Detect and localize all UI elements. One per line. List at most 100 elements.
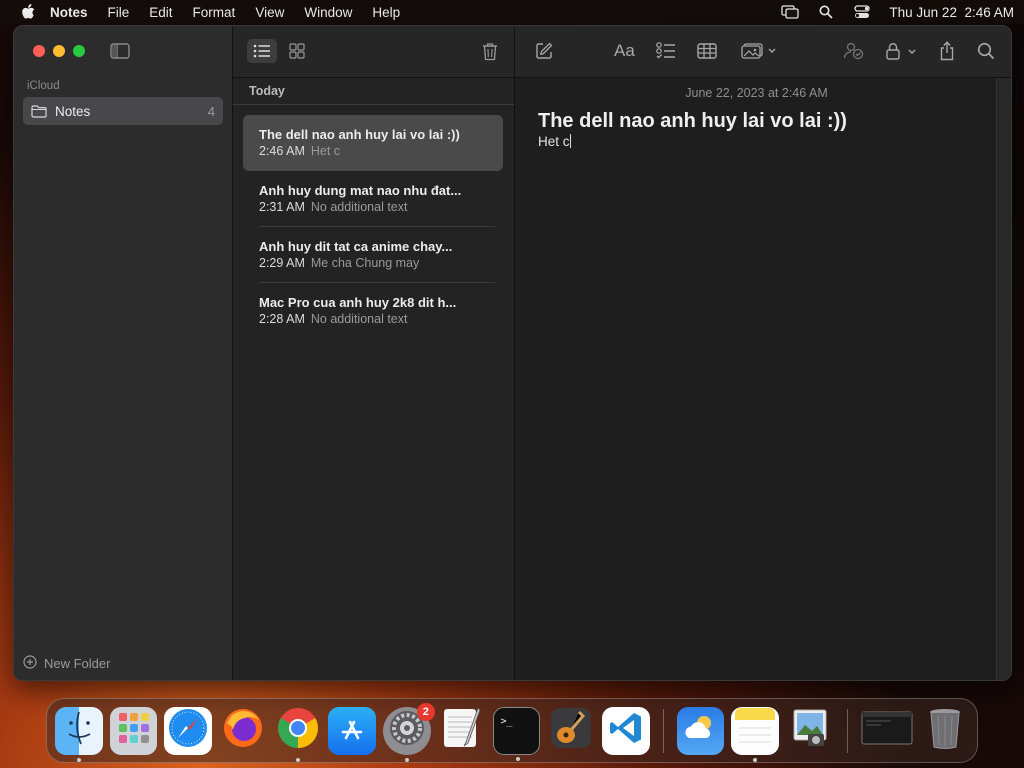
terminal-prompt: >_: [500, 715, 513, 727]
dock-preview[interactable]: [786, 707, 834, 755]
note-title: Mac Pro cua anh huy 2k8 dit h...: [259, 295, 457, 310]
menu-edit[interactable]: Edit: [149, 5, 172, 20]
note-preview: Het c: [310, 144, 341, 158]
dock-separator: [846, 708, 848, 753]
menu-help[interactable]: Help: [372, 5, 400, 20]
dock-terminal[interactable]: >_: [492, 706, 541, 761]
note-list-toolbar: [233, 26, 514, 78]
apple-icon[interactable]: [20, 4, 36, 20]
control-center-icon[interactable]: [853, 4, 871, 20]
note-body-text[interactable]: Het c: [538, 134, 571, 149]
dock-finder[interactable]: [55, 706, 103, 762]
folder-icon: [31, 104, 47, 118]
new-folder-button[interactable]: New Folder: [23, 655, 110, 672]
note-time: 2:28 AM: [259, 312, 305, 326]
menu-view[interactable]: View: [255, 5, 284, 20]
running-indicator: [77, 757, 81, 762]
firefox-icon: [221, 706, 265, 755]
dock-minimized-window[interactable]: [861, 707, 915, 755]
folder-note-count: 4: [207, 103, 215, 119]
menu-window[interactable]: Window: [304, 5, 352, 20]
folder-name: Notes: [55, 103, 91, 119]
app-store-icon: [336, 712, 368, 749]
dock-safari[interactable]: [164, 706, 213, 755]
guitar-icon: [549, 706, 593, 755]
date-group-header: Today: [233, 78, 514, 105]
chrome-icon: [276, 706, 320, 755]
spotlight-search-icon[interactable]: [817, 4, 835, 20]
table-icon[interactable]: [697, 41, 717, 61]
compose-icon[interactable]: [535, 41, 553, 61]
minimize-window-button[interactable]: [53, 45, 65, 57]
media-menu-icon[interactable]: [741, 41, 777, 61]
dock-chrome[interactable]: [274, 706, 322, 762]
note-time: 2:31 AM: [259, 200, 305, 214]
checklist-icon[interactable]: [656, 41, 676, 61]
preview-icon: [788, 706, 832, 755]
note-title: Anh huy dung mat nao nhu đat...: [259, 183, 462, 198]
finder-icon: [59, 708, 99, 753]
dock-garageband[interactable]: [547, 707, 595, 755]
lock-menu-icon[interactable]: [885, 41, 919, 61]
screen-mirroring-icon[interactable]: [781, 4, 800, 20]
running-indicator: [515, 756, 520, 761]
search-icon[interactable]: [977, 41, 995, 61]
note-time: 2:29 AM: [259, 256, 305, 270]
dock-trash[interactable]: [921, 707, 969, 755]
dock-separator: [662, 708, 664, 753]
list-item-note[interactable]: Anh huy dung mat nao nhu đat... 2:31 AM N…: [243, 171, 503, 227]
window-controls: [33, 45, 85, 57]
note-time: 2:46 AM: [259, 144, 305, 158]
plus-circle-icon: [23, 655, 37, 672]
note-preview: No additional text: [310, 200, 408, 214]
note-editor: Aa June 22, 2023 at 2:46 AM The dell nao…: [515, 26, 1011, 680]
list-view-icon[interactable]: [247, 39, 277, 63]
trash-can-icon: [927, 706, 963, 755]
dock-textedit[interactable]: [438, 707, 486, 755]
collaborate-icon[interactable]: [843, 41, 865, 61]
folders-sidebar: iCloud Notes 4 New Folder: [14, 26, 233, 680]
menu-file[interactable]: File: [108, 5, 130, 20]
menu-bar: Notes File Edit Format View Window Help …: [0, 0, 1024, 24]
list-item-note[interactable]: Anh huy dit tat ca anime chay... 2:29 AM…: [243, 227, 503, 283]
new-folder-label: New Folder: [44, 656, 111, 671]
note-list-pane: Today The dell nao anh huy lai vo lai :)…: [233, 26, 515, 680]
note-heading[interactable]: The dell nao anh huy lai vo lai :)): [538, 110, 847, 133]
editor-scrollbar[interactable]: [996, 78, 1011, 680]
zoom-window-button[interactable]: [73, 45, 85, 57]
format-text-button[interactable]: Aa: [614, 41, 635, 61]
launchpad-icon: [116, 710, 152, 751]
notes-window: iCloud Notes 4 New Folder Today The dell…: [13, 25, 1012, 681]
share-icon[interactable]: [939, 41, 955, 61]
dock-firefox[interactable]: [219, 707, 267, 755]
dock-system-settings[interactable]: 2: [383, 702, 435, 762]
menubar-clock[interactable]: Thu Jun 22 2:46 AM: [889, 5, 1014, 20]
sidebar-toggle-icon[interactable]: [110, 43, 130, 59]
running-indicator: [405, 757, 410, 762]
menu-app-name[interactable]: Notes: [50, 5, 88, 20]
note-body: Het c: [538, 134, 570, 149]
sidebar-item-notes-folder[interactable]: Notes 4: [23, 97, 223, 125]
dock-launchpad[interactable]: [109, 706, 158, 755]
note-preview: Me cha Chung may: [310, 256, 420, 270]
weather-icon: [680, 710, 720, 751]
note-title: Anh huy dit tat ca anime chay...: [259, 239, 453, 254]
icloud-section-label: iCloud: [27, 80, 60, 92]
menu-format[interactable]: Format: [193, 5, 236, 20]
safari-icon: [167, 707, 209, 754]
dock-app-store[interactable]: [328, 706, 377, 755]
dock-notes[interactable]: [731, 706, 779, 762]
gallery-view-icon[interactable]: [285, 39, 309, 63]
textedit-icon: [440, 706, 484, 755]
editor-toolbar: Aa: [515, 26, 1011, 78]
dock-weather[interactable]: [676, 706, 725, 755]
running-indicator: [295, 757, 300, 762]
running-indicator: [753, 757, 758, 762]
trash-icon[interactable]: [480, 40, 500, 62]
notes-icon: [733, 706, 777, 755]
vscode-icon: [608, 710, 644, 751]
dock-vscode[interactable]: [601, 706, 650, 755]
list-item-note-selected[interactable]: The dell nao anh huy lai vo lai :)) 2:46…: [243, 115, 503, 171]
list-item-note[interactable]: Mac Pro cua anh huy 2k8 dit h... 2:28 AM…: [243, 283, 503, 339]
close-window-button[interactable]: [33, 45, 45, 57]
